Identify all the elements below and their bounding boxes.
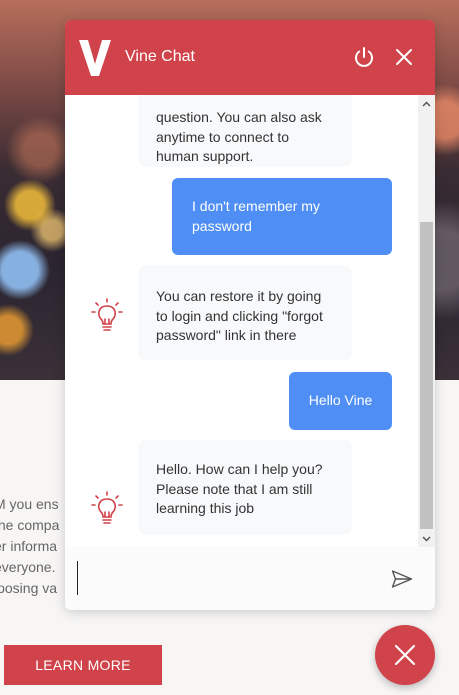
message-line: Please note that I am still [156, 480, 313, 497]
chat-header: Vine Chat [65, 20, 435, 95]
scrollbar-thumb[interactable] [420, 222, 433, 529]
bot-message: question. You can also ask anytime to co… [138, 95, 352, 167]
scroll-up-arrow[interactable] [418, 95, 435, 112]
bot-message: Hello. How can I help you? Please note t… [138, 440, 352, 535]
chevron-down-icon [422, 535, 431, 542]
background-text-line: er informa [0, 538, 58, 554]
lightbulb-icon [91, 298, 123, 331]
message-composer [65, 547, 435, 610]
send-icon [391, 570, 413, 588]
message-input[interactable] [77, 561, 386, 595]
background-text-line: everyone. [0, 559, 56, 575]
message-line: Hello. How can I help you? [156, 461, 323, 477]
message-line: You can restore it by going [156, 288, 322, 304]
user-message: I don't remember my password [172, 178, 392, 255]
learn-more-button[interactable]: LEARN MORE [4, 645, 162, 685]
message-line: password [192, 217, 252, 234]
close-icon [394, 644, 416, 666]
background-text-line: M you ens [0, 496, 59, 512]
scroll-down-arrow[interactable] [418, 530, 435, 547]
bot-message: You can restore it by going to login and… [138, 265, 352, 360]
message-line: anytime to connect to [156, 128, 290, 145]
close-icon [396, 49, 412, 65]
message-line: learning this job [156, 500, 255, 516]
user-message: Hello Vine [289, 372, 392, 430]
message-line: to login and clicking "forgot [156, 307, 323, 324]
power-button[interactable] [352, 45, 376, 69]
chat-title: Vine Chat [125, 48, 195, 65]
chat-window: Vine Chat question. You can also ask any… [65, 20, 435, 610]
background-text-line: the compa [0, 517, 60, 533]
message-list: question. You can also ask anytime to co… [65, 95, 418, 547]
message-line: human support. [156, 148, 254, 164]
chat-toggle-button[interactable] [375, 625, 435, 685]
message-scrollbar[interactable] [418, 95, 435, 547]
background-paragraph: M you ens the compa er informa everyone.… [0, 494, 74, 599]
background-text-line: loosing va [0, 580, 58, 596]
message-line: I don't remember my [192, 198, 320, 214]
power-icon [355, 47, 373, 67]
send-button[interactable] [391, 569, 413, 589]
message-line: Hello Vine [308, 392, 373, 409]
message-line: password" link in there [156, 327, 297, 343]
vine-logo-icon [79, 40, 111, 76]
lightbulb-icon [91, 491, 123, 524]
close-chat-button[interactable] [392, 45, 416, 69]
message-line: question. You can also ask [156, 109, 322, 125]
chevron-up-icon [422, 100, 431, 107]
